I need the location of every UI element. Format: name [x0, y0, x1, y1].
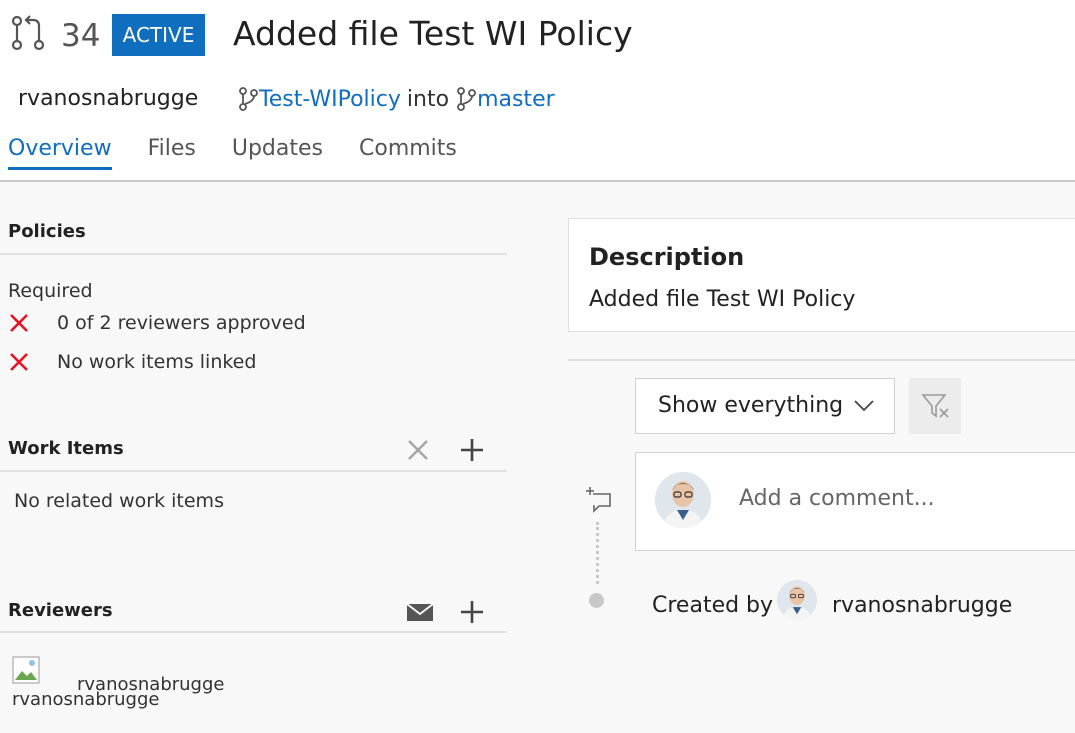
user-avatar-icon: [655, 472, 711, 528]
policy-item[interactable]: No work items linked: [8, 351, 256, 373]
user-avatar-icon: [777, 580, 817, 620]
policies-heading: Policies: [8, 221, 86, 242]
clear-filter-button[interactable]: [909, 378, 961, 434]
divider: [0, 631, 507, 633]
reviewers-heading: Reviewers: [8, 600, 113, 621]
description-text: Added file Test WI Policy: [589, 287, 856, 312]
status-badge: ACTIVE: [112, 14, 205, 56]
policy-text: 0 of 2 reviewers approved: [57, 312, 306, 334]
policy-item[interactable]: 0 of 2 reviewers approved: [8, 312, 306, 334]
comment-add-icon: [586, 487, 611, 513]
add-work-item-icon[interactable]: [458, 436, 486, 464]
comment-box[interactable]: Add a comment...: [635, 452, 1075, 551]
tab-updates[interactable]: Updates: [232, 136, 323, 170]
pr-title: Added file Test WI Policy: [233, 14, 633, 53]
reviewer-name[interactable]: rvanosnabrugge: [77, 674, 224, 695]
required-label: Required: [8, 280, 93, 302]
divider: [0, 253, 507, 255]
pr-header: 34 ACTIVE Added file Test WI Policy rvan…: [0, 0, 1075, 182]
policy-text: No work items linked: [57, 351, 257, 373]
tab-commits[interactable]: Commits: [359, 136, 457, 170]
add-reviewer-icon[interactable]: [458, 598, 486, 626]
close-icon[interactable]: [404, 436, 432, 464]
mail-icon[interactable]: [406, 598, 434, 626]
branch-icon: [457, 87, 476, 111]
filter-clear-icon: [921, 394, 949, 418]
divider: [0, 470, 507, 472]
failed-icon: [10, 353, 28, 371]
description-card: Description Added file Test WI Policy: [568, 218, 1075, 332]
chevron-down-icon: [854, 400, 874, 412]
pr-author[interactable]: rvanosnabrugge: [18, 86, 198, 111]
tab-files[interactable]: Files: [148, 136, 196, 170]
work-items-empty: No related work items: [14, 490, 224, 512]
pr-tabs: Overview Files Updates Commits: [0, 136, 493, 170]
activity-filter-dropdown[interactable]: Show everything: [635, 378, 895, 434]
creator-avatar: [777, 580, 817, 620]
timeline-dot: [589, 593, 604, 608]
into-label: into: [406, 86, 450, 112]
creator-name[interactable]: rvanosnabrugge: [832, 593, 1012, 618]
broken-image-icon: [12, 656, 40, 684]
work-items-heading: Work Items: [8, 438, 124, 459]
description-heading: Description: [589, 243, 745, 271]
pull-request-icon: [11, 15, 45, 51]
failed-icon: [10, 314, 28, 332]
created-by-label: Created by: [652, 593, 774, 618]
divider: [568, 359, 1075, 361]
left-panel: Policies Required 0 of 2 reviewers appro…: [0, 184, 507, 733]
branch-icon: [239, 87, 258, 111]
timeline-connector: [596, 522, 599, 584]
branch-info: Test-WIPolicy into master: [237, 86, 555, 112]
target-branch-link[interactable]: master: [477, 87, 555, 112]
avatar: [655, 472, 711, 528]
tab-overview[interactable]: Overview: [8, 136, 112, 170]
source-branch-link[interactable]: Test-WIPolicy: [259, 87, 401, 112]
comment-input[interactable]: Add a comment...: [739, 486, 935, 511]
pr-id: 34: [61, 18, 101, 54]
filter-value: Show everything: [658, 393, 844, 418]
